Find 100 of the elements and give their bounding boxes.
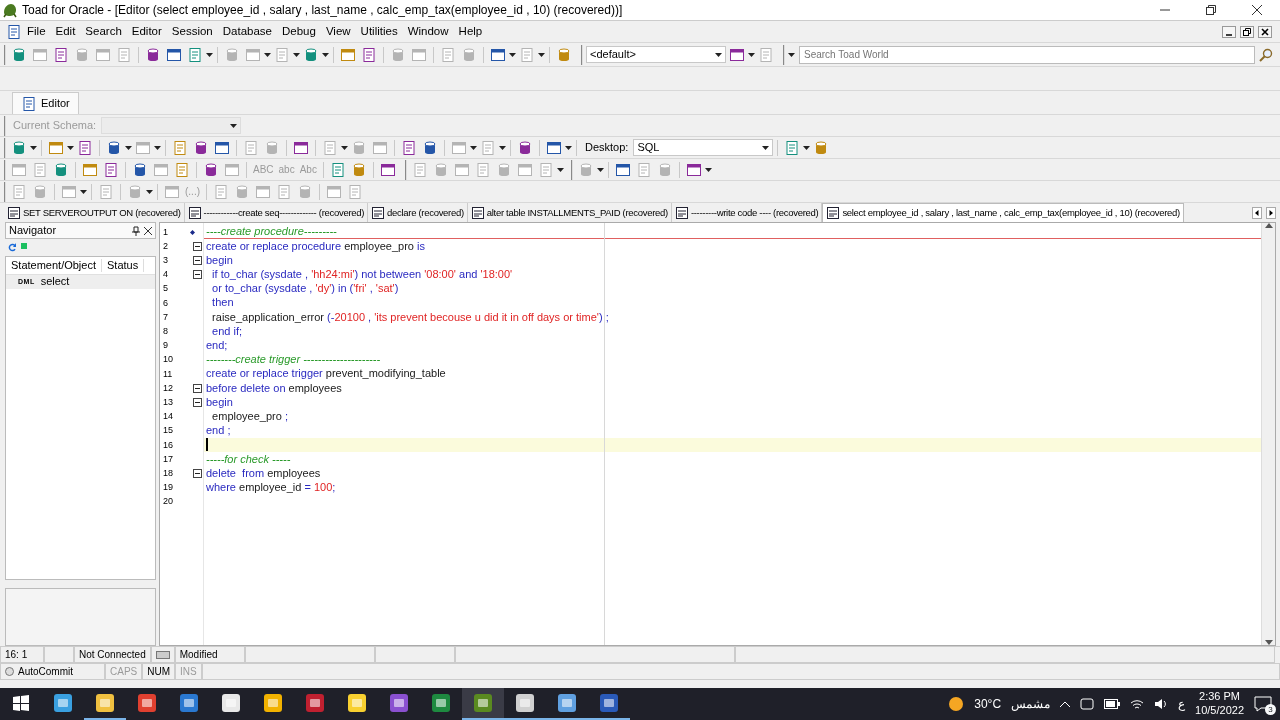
menu-item[interactable]: Window [402, 23, 454, 40]
document-icon[interactable] [6, 23, 22, 40]
database-icon[interactable] [422, 139, 438, 156]
window-icon[interactable] [614, 161, 631, 178]
collapse-icon[interactable] [192, 397, 202, 407]
input-language[interactable]: ع [1178, 696, 1186, 712]
device-icon[interactable] [1080, 697, 1095, 711]
menu-item[interactable]: Session [166, 23, 218, 40]
minimize-icon[interactable] [1222, 25, 1236, 38]
collapse-icon[interactable] [192, 270, 202, 280]
window-icon[interactable] [729, 46, 745, 63]
app-icon[interactable] [388, 692, 410, 714]
database-icon[interactable] [11, 139, 27, 156]
app-icon[interactable] [220, 692, 242, 714]
restore-icon[interactable] [1206, 5, 1216, 15]
dropdown-arrow-icon[interactable] [748, 52, 755, 57]
document-icon[interactable] [77, 139, 93, 156]
document-tab[interactable]: select employee_id , salary , last_name , calc_emp_tax(employee_id , 10) (recovered) [822, 203, 1184, 222]
tree-item[interactable]: select [40, 275, 70, 289]
database-icon[interactable] [11, 46, 27, 63]
window-icon[interactable] [546, 139, 562, 156]
document-icon[interactable] [187, 46, 203, 63]
app-icon[interactable] [304, 692, 326, 714]
dropdown-field[interactable]: SQL [633, 139, 774, 156]
dropdown-arrow-icon[interactable] [125, 145, 132, 150]
close-icon[interactable] [1258, 25, 1272, 38]
dropdown-arrow-icon[interactable] [30, 145, 37, 150]
dropdown-arrow-icon[interactable] [803, 145, 811, 150]
database-icon[interactable] [106, 139, 122, 156]
dropdown-arrow-icon[interactable] [762, 145, 770, 150]
app-icon[interactable] [52, 692, 74, 714]
document-icon[interactable] [21, 95, 37, 112]
menu-item[interactable]: Debug [277, 23, 321, 40]
window-icon[interactable] [340, 46, 356, 63]
document-icon[interactable] [401, 139, 417, 156]
wifi-icon[interactable] [1130, 698, 1145, 710]
app-icon[interactable] [346, 692, 368, 714]
dropdown-arrow-icon[interactable] [788, 52, 795, 57]
window-icon[interactable] [490, 46, 506, 63]
dropdown-arrow-icon[interactable] [206, 52, 213, 57]
document-icon[interactable] [784, 139, 801, 156]
menu-item[interactable]: Editor [126, 23, 167, 40]
close-icon[interactable] [1252, 5, 1262, 15]
window-tab[interactable]: Editor [12, 92, 79, 114]
app-icon[interactable] [472, 692, 494, 714]
document-icon[interactable] [53, 46, 69, 63]
scroll-down-icon[interactable] [1264, 640, 1273, 645]
search-field[interactable]: Search Toad World [799, 45, 1255, 64]
menu-item[interactable]: Help [453, 23, 488, 40]
document-icon[interactable] [329, 161, 346, 178]
refresh-icon[interactable] [8, 243, 17, 252]
search-icon[interactable] [1259, 47, 1273, 62]
database-icon[interactable] [145, 46, 161, 63]
dropdown-arrow-icon[interactable] [67, 145, 74, 150]
app-icon[interactable] [262, 692, 284, 714]
database-icon[interactable] [53, 161, 69, 178]
document-icon[interactable] [361, 46, 377, 63]
collapse-icon[interactable] [192, 255, 202, 265]
collapse-icon[interactable] [192, 241, 202, 251]
restore-icon[interactable] [1240, 25, 1254, 38]
app-icon[interactable] [178, 692, 200, 714]
clock-time[interactable]: 2:36 PM [1195, 690, 1244, 704]
scroll-up-icon[interactable] [1264, 223, 1273, 228]
sun-icon[interactable] [948, 696, 965, 712]
window-icon[interactable] [166, 46, 182, 63]
database-icon[interactable] [193, 139, 209, 156]
app-icon[interactable] [598, 692, 620, 714]
dropdown-arrow-icon[interactable] [565, 145, 572, 150]
app-icon[interactable] [514, 692, 536, 714]
dropdown-arrow-icon[interactable] [715, 52, 722, 57]
chevron-up-icon[interactable] [1060, 701, 1071, 707]
menu-item[interactable]: File [22, 23, 51, 40]
scroll-left-icon[interactable] [1252, 206, 1262, 219]
app-icon[interactable] [556, 692, 578, 714]
window-icon[interactable] [293, 139, 309, 156]
dropdown-arrow-icon[interactable] [322, 52, 329, 57]
windows-logo-icon[interactable] [13, 695, 29, 711]
app-icon[interactable] [430, 692, 452, 714]
database-icon[interactable] [303, 46, 319, 63]
scroll-right-icon[interactable] [1266, 206, 1276, 219]
menu-item[interactable]: Database [217, 23, 277, 40]
pin-icon[interactable] [132, 225, 140, 236]
app-icon[interactable] [136, 692, 158, 714]
window-icon[interactable] [214, 139, 230, 156]
battery-icon[interactable] [1104, 699, 1121, 709]
menu-item[interactable]: View [320, 23, 356, 40]
speaker-icon[interactable] [1154, 698, 1169, 710]
document-icon[interactable] [174, 161, 190, 178]
window-icon[interactable] [685, 161, 702, 178]
menu-item[interactable]: Search [80, 23, 127, 40]
column-header[interactable]: Statement/Object [6, 258, 102, 273]
dropdown-field[interactable]: <default> [586, 46, 726, 63]
database-icon[interactable] [203, 161, 219, 178]
column-header[interactable]: Status [102, 258, 145, 273]
close-icon[interactable] [144, 226, 152, 235]
database-icon[interactable] [556, 46, 572, 63]
collapse-icon[interactable] [192, 383, 202, 393]
dropdown-arrow-icon[interactable] [509, 52, 516, 57]
collapse-icon[interactable] [192, 468, 202, 478]
database-icon[interactable] [350, 161, 367, 178]
